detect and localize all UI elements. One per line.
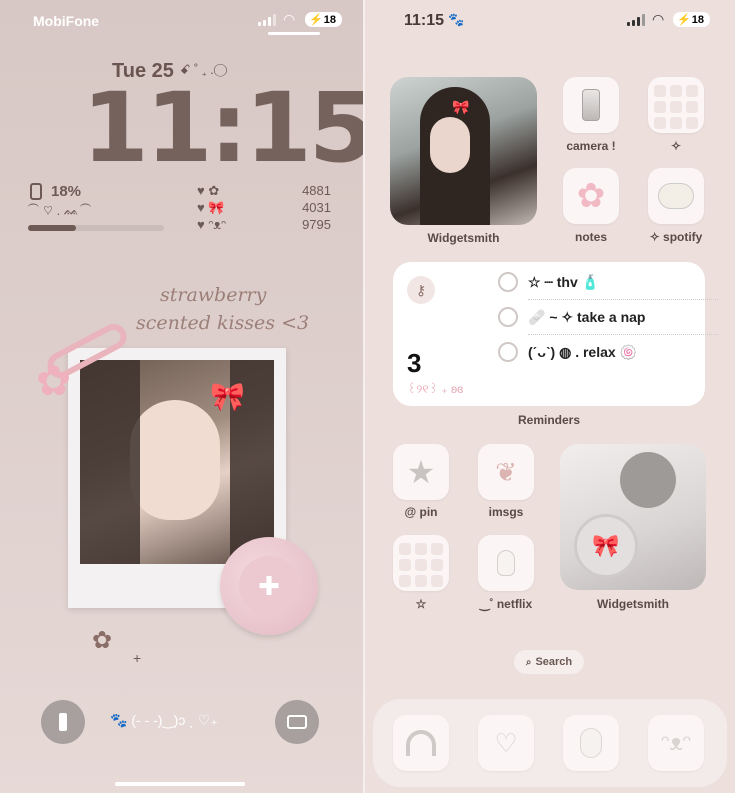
battery-decoration: ⁀ ♡ . ᨐ⁀ xyxy=(27,203,92,218)
app-label-folder-2: ☆ xyxy=(415,597,427,611)
script-text-line2: scented kisses <3 xyxy=(136,312,310,334)
app-netflix[interactable] xyxy=(478,535,534,591)
plus-icon: + xyxy=(133,650,142,666)
script-text-line1: strawberry xyxy=(160,284,267,306)
reminder-text-2: 🩹 ~ ✧ take a nap xyxy=(528,308,646,325)
reminders-widget[interactable]: ⚷ 3 ꒰୨୧꒱ ₊ ʚɞ ☆ ┈ thv 🧴 🩹 ~ ✧ take a nap… xyxy=(393,262,718,406)
reminders-label: Reminders xyxy=(517,413,581,427)
pink-flower-icon: ✿ xyxy=(576,177,606,215)
bear-icon xyxy=(658,183,694,209)
carrier-label: MobiFone xyxy=(33,13,100,29)
stat-value-1: 4881 xyxy=(302,183,331,198)
dock-app-headphones[interactable] xyxy=(393,715,449,771)
battery-indicator: ⚡ 18 xyxy=(305,12,342,27)
lock-bottom-text: 🐾 (- - -)‿)ↄ ˎ ♡₊ xyxy=(110,712,218,728)
photo-widget-2[interactable]: 🎀 xyxy=(560,444,706,590)
stat-icons-3: ♥ ᵔᴥᵔ xyxy=(197,217,227,232)
seal-stamp-shape xyxy=(620,452,676,508)
dock-app-hearts[interactable]: ♡ xyxy=(478,715,534,771)
bow-icon: 🎀 xyxy=(210,381,245,412)
app-spotify[interactable] xyxy=(648,168,704,224)
stat-icons-1: ♥ ✿ xyxy=(197,183,220,198)
app-pin[interactable]: ★ xyxy=(393,444,449,500)
app-imsgs[interactable]: ❦ xyxy=(478,444,534,500)
search-label: Search xyxy=(535,656,573,668)
photo-widget-1[interactable]: 🎀 xyxy=(390,77,537,225)
face-shape xyxy=(130,400,220,520)
battery-progress-fill xyxy=(28,225,76,231)
hearts-icon: ♡ xyxy=(494,727,518,758)
signal-icon xyxy=(258,14,276,26)
reminder-checkbox-2[interactable] xyxy=(498,307,518,327)
reminders-decor: ꒰୨୧꒱ ₊ ʚɞ xyxy=(407,382,464,396)
bunny-icon xyxy=(497,550,515,576)
bunny-figure-icon xyxy=(580,728,602,758)
stat-icons-2: ♥ 🎀 xyxy=(197,200,225,215)
star-keychain-icon: ★ xyxy=(406,454,436,490)
home-time: 11:15 xyxy=(404,12,445,29)
headphones-icon xyxy=(406,730,436,756)
home-screen: 11:15 🐾 ◠ ⚡ 18 🎀 Widgetsmith camera ! ✧ ✿… xyxy=(365,0,735,793)
lock-screen: MobiFone ◠ ⚡ 18 Tue 25 ꗃ ˚ ₊ .◯ 11:15 18%… xyxy=(0,0,363,793)
flower-icon: ✿ xyxy=(92,627,113,654)
app-label-folder-1: ✧ xyxy=(670,139,682,153)
app-camera[interactable] xyxy=(563,77,619,133)
phone-battery-icon xyxy=(30,183,42,200)
app-label-notes: notes xyxy=(574,230,607,244)
button-holes-icon: ✚ xyxy=(239,556,299,616)
reminder-checkbox-1[interactable] xyxy=(498,272,518,292)
reminder-separator xyxy=(528,334,718,335)
dock-app-miffy[interactable]: ᵔᴥᵔ xyxy=(648,715,704,771)
reminder-item-2[interactable]: 🩹 ~ ✧ take a nap xyxy=(498,307,645,327)
reminder-item-1[interactable]: ☆ ┈ thv 🧴 xyxy=(498,272,599,292)
app-folder-2[interactable] xyxy=(393,535,449,591)
face-shape-2 xyxy=(430,117,470,173)
wax-seal-icon: 🎀 xyxy=(574,514,638,578)
reminder-text-3: (ˊᴗˋ) ◍ . relax 🍥 xyxy=(528,343,637,360)
home-indicator[interactable] xyxy=(115,782,245,786)
lock-time: 11:15 xyxy=(82,72,363,184)
stat-value-2: 4031 xyxy=(302,200,331,215)
spotlight-search-button[interactable]: ⌕ Search xyxy=(514,650,584,674)
polaroid-photo: 🎀 xyxy=(80,360,274,564)
reminder-text-1: ☆ ┈ thv 🧴 xyxy=(528,273,600,290)
photo-widget-1-label: Widgetsmith xyxy=(427,231,500,245)
camera-button[interactable] xyxy=(275,700,319,744)
miffy-icon: ᵔᴥᵔ xyxy=(661,730,691,755)
app-label-pin: @ pin xyxy=(404,505,438,519)
photo-widget-2-label: Widgetsmith xyxy=(597,597,669,611)
paw-icon: 🐾 xyxy=(448,12,465,27)
flashlight-icon xyxy=(59,713,67,731)
bow-icon-2: 🎀 xyxy=(452,99,470,115)
flashlight-button[interactable] xyxy=(41,700,85,744)
search-icon: ⌕ xyxy=(525,656,532,668)
app-label-camera: camera ! xyxy=(566,139,616,153)
key-icon: ⚷ xyxy=(407,276,435,304)
app-folder-1[interactable] xyxy=(648,77,704,133)
home-signal-icon xyxy=(627,14,645,26)
reminders-count: 3 xyxy=(407,348,422,378)
app-label-netflix: ‿˚ netflix xyxy=(479,597,533,611)
reminder-checkbox-3[interactable] xyxy=(498,342,518,362)
app-label-spotify: ✧ spotify xyxy=(649,230,703,244)
dock: ♡ ᵔᴥᵔ xyxy=(373,699,727,787)
wifi-icon: ◠ xyxy=(283,11,296,27)
battery-progress-track xyxy=(28,225,164,231)
notch-indicator xyxy=(268,32,320,35)
phone-battery-percent: 18% xyxy=(51,183,82,200)
button-sticker: ✚ xyxy=(220,537,318,635)
camera-icon xyxy=(287,715,307,729)
stat-value-3: 9795 xyxy=(302,217,331,232)
home-battery-indicator: ⚡ 18 xyxy=(673,12,710,27)
flip-phone-icon xyxy=(582,89,600,121)
app-notes[interactable]: ✿ xyxy=(563,168,619,224)
ballet-shoes-icon: ❦ xyxy=(495,456,517,487)
dock-app-bunny[interactable] xyxy=(563,715,619,771)
reminder-separator xyxy=(528,299,718,300)
reminder-item-3[interactable]: (ˊᴗˋ) ◍ . relax 🍥 xyxy=(498,342,637,362)
app-label-imsgs: imsgs xyxy=(488,505,524,519)
flower-sticker-icon: ✿ xyxy=(36,357,72,404)
hair-left xyxy=(80,360,140,564)
home-wifi-icon: ◠ xyxy=(652,11,665,27)
